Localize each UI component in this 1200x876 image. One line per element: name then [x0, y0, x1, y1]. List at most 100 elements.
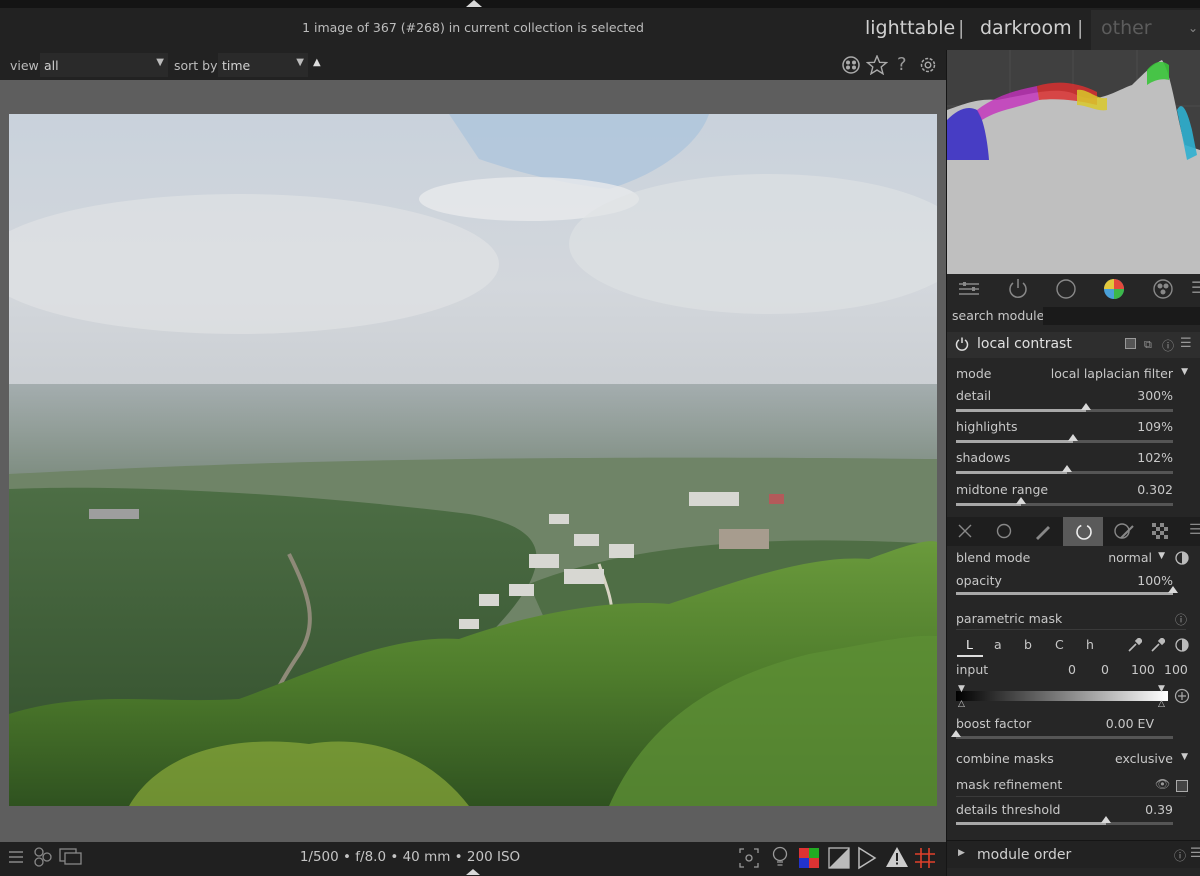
- filter-bar: view all ▼ sort by time ▼ ▲ ?: [0, 50, 946, 80]
- view-filter-select[interactable]: all ▼: [40, 53, 168, 77]
- boost-factor-track[interactable]: [951, 730, 1173, 739]
- details-threshold-slider[interactable]: details threshold 0.39: [947, 802, 1200, 830]
- detail-slider[interactable]: detail 300%: [947, 388, 1200, 416]
- channel-tab-b[interactable]: b: [1024, 637, 1032, 652]
- drawn-mask-icon[interactable]: [1034, 522, 1052, 540]
- combine-masks-row[interactable]: combine masks exclusive ▼: [947, 751, 1200, 771]
- module-title: local contrast: [977, 336, 1072, 352]
- raster-mask-icon[interactable]: [1152, 523, 1168, 539]
- polarity-icon[interactable]: [1175, 638, 1189, 652]
- input-gradient-slider[interactable]: ▼ ▼ △ △: [947, 684, 1200, 709]
- display-mask-icon[interactable]: [1176, 780, 1188, 792]
- star-icon[interactable]: [866, 55, 888, 75]
- gear-icon[interactable]: [918, 55, 938, 75]
- divider: [956, 629, 1186, 630]
- module-header-local-contrast[interactable]: local contrast ⧉ ⓘ ☰: [947, 332, 1200, 358]
- quick-access-icon[interactable]: [958, 279, 980, 299]
- blend-reverse-icon[interactable]: [1175, 551, 1189, 565]
- input-label: input: [956, 662, 989, 677]
- highlights-track[interactable]: [956, 434, 1173, 443]
- warning-icon[interactable]: [885, 846, 909, 868]
- color-modules-icon[interactable]: [1102, 277, 1126, 301]
- highlights-knob[interactable]: [1068, 434, 1079, 441]
- presets-menu-icon[interactable]: ☰: [1180, 336, 1192, 351]
- input-row: input 0 0 100 100: [947, 662, 1200, 682]
- add-icon[interactable]: [1174, 688, 1190, 704]
- input-marker-icon[interactable]: ▼: [1158, 684, 1165, 694]
- blend-off-icon[interactable]: [958, 524, 972, 538]
- power-icon[interactable]: [955, 337, 969, 351]
- guides-icon[interactable]: [856, 846, 878, 870]
- reset-icon[interactable]: ⓘ: [1174, 847, 1186, 864]
- details-threshold-track[interactable]: [956, 816, 1173, 825]
- sort-select[interactable]: time ▼: [218, 53, 308, 77]
- boost-factor-knob[interactable]: [951, 730, 961, 737]
- opacity-track[interactable]: [956, 586, 1178, 595]
- input-marker-icon[interactable]: ▼: [958, 684, 965, 694]
- input-marker-icon[interactable]: △: [958, 699, 965, 709]
- input-marker-icon[interactable]: △: [1158, 699, 1165, 709]
- eye-icon[interactable]: 👁: [1155, 777, 1170, 791]
- shadows-fill: [956, 471, 1067, 474]
- grid-overlay-icon[interactable]: [914, 847, 936, 869]
- opacity-knob[interactable]: [1168, 586, 1178, 593]
- info-icon[interactable]: ⓘ: [1175, 611, 1187, 628]
- drawn-parametric-mask-icon[interactable]: [1113, 522, 1135, 540]
- view-other-box[interactable]: other ⌄: [1091, 10, 1200, 50]
- channel-tab-C[interactable]: C: [1055, 637, 1064, 652]
- menu-icon[interactable]: ☰: [1191, 278, 1200, 297]
- histogram[interactable]: [947, 50, 1200, 274]
- presets-menu-icon[interactable]: ☰: [1190, 846, 1200, 861]
- highlights-fill: [956, 440, 1074, 443]
- gamut-check-icon[interactable]: [828, 847, 850, 869]
- shadows-slider[interactable]: shadows 102%: [947, 450, 1200, 478]
- multi-instance-icon[interactable]: ⧉: [1144, 338, 1152, 352]
- active-modules-icon[interactable]: [1007, 278, 1029, 300]
- view-filter-label: view: [10, 58, 39, 73]
- parametric-mask-tab[interactable]: [1063, 517, 1103, 546]
- top-panel-collapse-arrow[interactable]: [466, 0, 482, 7]
- sort-value: time: [222, 58, 251, 73]
- menu-icon[interactable]: ☰: [1189, 522, 1200, 538]
- details-threshold-fill: [956, 822, 1106, 825]
- channel-tab-h[interactable]: h: [1086, 637, 1094, 652]
- detail-track[interactable]: [956, 403, 1173, 412]
- shadows-knob[interactable]: [1061, 465, 1072, 472]
- midtone-range-slider[interactable]: midtone range 0.302: [947, 482, 1200, 510]
- blend-mode-row[interactable]: blend mode normal ▼: [947, 550, 1200, 570]
- reset-icon[interactable]: ⓘ: [1162, 337, 1174, 354]
- opacity-fill: [956, 592, 1173, 595]
- mask-icon[interactable]: [1125, 338, 1136, 349]
- module-order-header[interactable]: ▶ module order ⓘ ☰: [947, 840, 1200, 868]
- photo-preview[interactable]: [9, 114, 937, 806]
- color-picker-set-icon[interactable]: [1151, 638, 1165, 652]
- channel-tab-a[interactable]: a: [994, 637, 1002, 652]
- input-gradient[interactable]: [956, 691, 1168, 701]
- blend-mode-label: blend mode: [956, 550, 1031, 565]
- shadows-label: shadows: [956, 450, 1011, 465]
- uniform-blend-icon[interactable]: [996, 523, 1012, 539]
- midtone-range-track[interactable]: [956, 497, 1173, 506]
- opacity-slider[interactable]: opacity 100%: [947, 573, 1200, 601]
- channel-tab-L[interactable]: L: [966, 637, 973, 652]
- details-threshold-knob[interactable]: [1100, 816, 1111, 823]
- search-module-input[interactable]: [1043, 307, 1200, 325]
- detail-label: detail: [956, 388, 992, 403]
- boost-factor-slider[interactable]: boost factor 0.00 EV: [947, 716, 1200, 742]
- base-modules-icon[interactable]: [1055, 278, 1077, 300]
- highlights-slider[interactable]: highlights 109%: [947, 419, 1200, 447]
- mode-row[interactable]: mode local laplacian filter ▼: [947, 366, 1200, 386]
- midtone-range-knob[interactable]: [1016, 497, 1027, 504]
- bottom-panel-collapse-arrow[interactable]: [466, 869, 480, 875]
- view-other: other: [1101, 17, 1152, 39]
- help-icon[interactable]: ?: [897, 54, 907, 75]
- sort-order-ascending-icon[interactable]: ▲: [313, 57, 321, 68]
- view-lighttable[interactable]: lighttable: [865, 17, 955, 39]
- midtone-range-fill: [956, 503, 1022, 506]
- detail-knob[interactable]: [1081, 403, 1092, 410]
- shadows-track[interactable]: [956, 465, 1173, 474]
- color-labels-icon[interactable]: [841, 55, 861, 75]
- view-darkroom[interactable]: darkroom: [980, 17, 1072, 39]
- color-picker-icon[interactable]: [1128, 638, 1142, 652]
- effects-modules-icon[interactable]: [1151, 277, 1175, 301]
